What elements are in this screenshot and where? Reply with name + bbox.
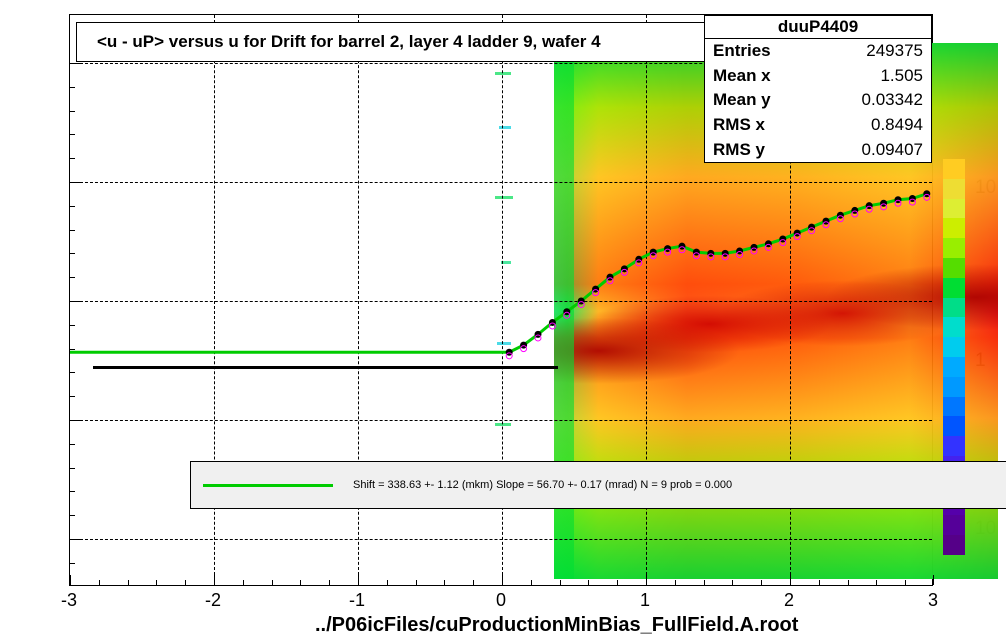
- flat-fit-line: [93, 366, 558, 369]
- stats-meanx: 1.505: [880, 64, 923, 89]
- stats-rmsy: 0.09407: [862, 138, 923, 163]
- stats-title: duuP4409: [705, 16, 931, 39]
- plot-area: Shift = 338.63 +- 1.12 (mkm) Slope = 56.…: [69, 14, 933, 586]
- stats-rmsx: 0.8494: [871, 113, 923, 138]
- x-axis-caption: ../P06icFiles/cuProductionMinBias_FullFi…: [315, 614, 798, 637]
- stats-box: duuP4409 Entries249375 Mean x1.505 Mean …: [704, 15, 932, 163]
- fit-legend: Shift = 338.63 +- 1.12 (mkm) Slope = 56.…: [190, 461, 1006, 509]
- stats-entries: 249375: [866, 39, 923, 64]
- stats-meany: 0.03342: [862, 88, 923, 113]
- legend-text: Shift = 338.63 +- 1.12 (mkm) Slope = 56.…: [353, 479, 732, 491]
- legend-line-sample: [203, 484, 333, 487]
